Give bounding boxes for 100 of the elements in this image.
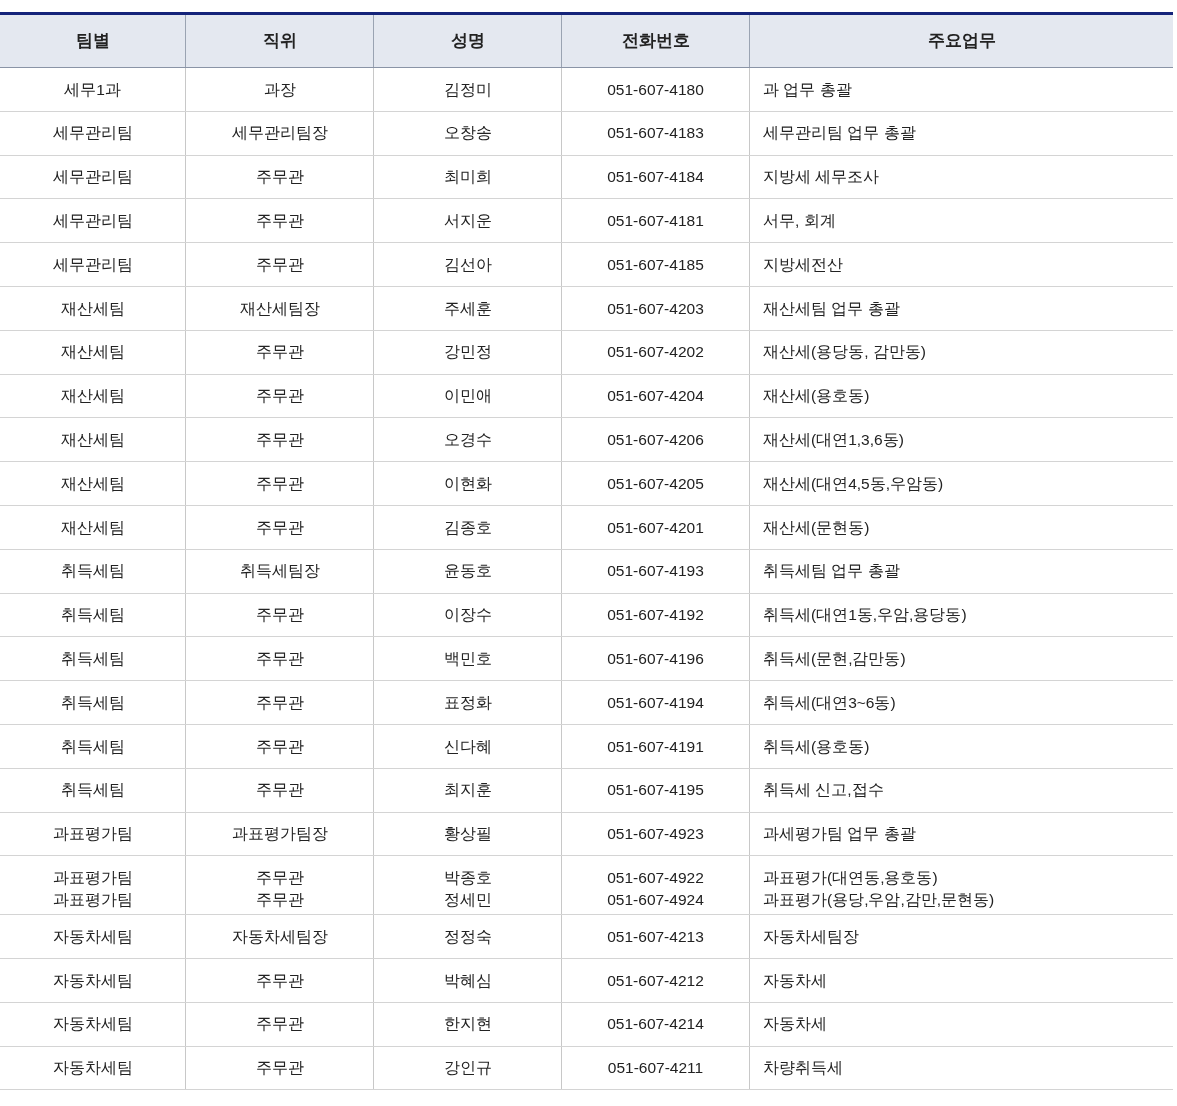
table-cell: 주무관 bbox=[255, 1016, 304, 1032]
table-cell: 재산세팀 bbox=[60, 300, 125, 317]
table-cell: 과세평가팀 업무 총괄 bbox=[763, 826, 916, 842]
table-cell: 자동차세 bbox=[763, 972, 827, 989]
table-cell: 취득세팀 bbox=[60, 651, 125, 667]
table-cell: 051-607-4924 bbox=[607, 892, 704, 908]
column-header: 주요업무 bbox=[927, 30, 996, 53]
table-cell: 자동차세팀장 bbox=[231, 928, 328, 945]
table-cell: 051-607-4213 bbox=[607, 928, 704, 945]
table-cell: 세무관리팀 bbox=[52, 213, 133, 229]
table-cell: 정정숙 bbox=[443, 928, 492, 945]
table-cell: 자동차세팀 bbox=[52, 1060, 133, 1076]
table-cell: 051-607-4922 bbox=[607, 870, 704, 886]
table-cell: 주무관 bbox=[255, 475, 304, 492]
table-cell: 취득세팀 bbox=[60, 607, 125, 623]
table-cell: 오경수 bbox=[443, 432, 492, 448]
table-cell: 윤동호 bbox=[443, 563, 492, 579]
table-cell: 세무관리팀 bbox=[52, 125, 133, 141]
table-cell: 백민호 bbox=[443, 651, 492, 667]
table-cell: 서지운 bbox=[443, 213, 492, 229]
table-cell: 051-607-4196 bbox=[607, 651, 704, 667]
table-cell: 주무관 bbox=[255, 972, 304, 989]
table-cell: 051-607-4180 bbox=[607, 81, 704, 98]
table-cell: 강민정 bbox=[443, 344, 492, 360]
table-cell: 최지훈 bbox=[443, 782, 492, 798]
table-cell: 김정미 bbox=[443, 81, 492, 98]
table-cell: 박혜심 bbox=[443, 972, 492, 989]
table-cell: 재산세팀 bbox=[60, 519, 125, 536]
table-cell: 취득세(대연3~6동) bbox=[763, 694, 896, 711]
table-cell: 세무관리팀장 bbox=[231, 125, 328, 141]
table-cell: 정세민 bbox=[443, 892, 492, 908]
table-cell: 오창송 bbox=[443, 125, 492, 141]
table-cell: 051-607-4194 bbox=[607, 694, 704, 711]
table-cell: 051-607-4206 bbox=[607, 432, 704, 448]
table-cell: 주무관 bbox=[255, 870, 304, 886]
table-cell: 051-607-4184 bbox=[607, 169, 704, 185]
table-cell: 재산세팀 bbox=[60, 432, 125, 448]
table-cell: 표정화 bbox=[443, 694, 492, 711]
table-cell: 세무관리팀 bbox=[52, 169, 133, 185]
table-cell: 주세훈 bbox=[443, 300, 492, 317]
table-cell: 강인규 bbox=[443, 1060, 492, 1076]
table-cell: 주무관 bbox=[255, 519, 304, 536]
table-cell: 051-607-4214 bbox=[607, 1016, 704, 1032]
table-cell: 재산세(대연1,3,6동) bbox=[763, 432, 904, 448]
table-cell: 박종호 bbox=[443, 870, 492, 886]
table-cell: 주무관 bbox=[255, 169, 304, 185]
table-cell: 주무관 bbox=[255, 694, 304, 711]
table-cell: 취득세팀 업무 총괄 bbox=[763, 563, 900, 579]
table-cell: 주무관 bbox=[255, 388, 304, 404]
table-cell: 취득세팀 bbox=[60, 738, 125, 755]
table-cell: 051-607-4201 bbox=[607, 519, 704, 536]
table-cell: 재산세팀 bbox=[60, 388, 125, 404]
table-cell: 과표평가팀장 bbox=[231, 826, 328, 842]
table-cell: 051-607-4202 bbox=[607, 344, 704, 360]
table-cell: 이민애 bbox=[443, 388, 492, 404]
table-cell: 과표평가팀 bbox=[52, 826, 133, 842]
table-cell: 주무관 bbox=[255, 892, 304, 908]
table-cell: 김선아 bbox=[443, 256, 492, 273]
table-cell: 재산세팀 bbox=[60, 344, 125, 360]
table-cell: 지방세 세무조사 bbox=[763, 169, 880, 185]
table-cell: 주무관 bbox=[255, 432, 304, 448]
table-cell: 과장 bbox=[263, 81, 296, 98]
table-cell: 세무관리팀 bbox=[52, 256, 133, 273]
table-cell: 주무관 bbox=[255, 782, 304, 798]
table-cell: 세무1과 bbox=[64, 81, 121, 98]
table-cell: 051-607-4203 bbox=[607, 300, 704, 317]
table-cell: 과 업무 총괄 bbox=[763, 81, 852, 98]
table-cell: 취득세(대연1동,우암,용당동) bbox=[763, 607, 967, 623]
table-cell: 051-607-4193 bbox=[607, 563, 704, 579]
table-cell: 최미희 bbox=[443, 169, 492, 185]
table-cell: 051-607-4192 bbox=[607, 607, 704, 623]
table-cell: 서무, 회계 bbox=[763, 213, 836, 229]
table-cell: 한지현 bbox=[443, 1016, 492, 1032]
table-cell: 주무관 bbox=[255, 738, 304, 755]
table-cell: 자동차세팀 bbox=[52, 1016, 133, 1032]
table-cell: 051-607-4183 bbox=[607, 125, 704, 141]
table-cell: 취득세팀장 bbox=[239, 563, 320, 579]
table-cell: 주무관 bbox=[255, 651, 304, 667]
column-header: 팀별 bbox=[75, 30, 110, 53]
table-cell: 이현화 bbox=[443, 475, 492, 492]
table-cell: 취득세팀 bbox=[60, 563, 125, 579]
table-cell: 재산세팀 bbox=[60, 475, 125, 492]
table-cell: 주무관 bbox=[255, 1060, 304, 1076]
table-cell: 051-607-4923 bbox=[607, 826, 704, 842]
table-cell: 재산세팀 업무 총괄 bbox=[763, 300, 900, 317]
table-cell: 차량취득세 bbox=[763, 1060, 843, 1076]
table-cell: 취득세(문현,감만동) bbox=[763, 651, 906, 667]
table-cell: 자동차세팀 bbox=[52, 972, 133, 989]
table-cell: 이장수 bbox=[443, 607, 492, 623]
table-cell: 051-607-4212 bbox=[607, 972, 704, 989]
table-cell: 재산세팀장 bbox=[239, 300, 320, 317]
table-cell: 주무관 bbox=[255, 213, 304, 229]
table-cell: 취득세(용호동) bbox=[763, 738, 870, 755]
table-cell: 과표평가(용당,우암,감만,문현동) bbox=[763, 892, 995, 908]
table-cell: 051-607-4185 bbox=[607, 256, 704, 273]
table-cell: 세무관리팀 업무 총괄 bbox=[763, 125, 916, 141]
table-cell: 과표평가팀 bbox=[52, 892, 133, 908]
table-cell: 051-607-4195 bbox=[607, 782, 704, 798]
table-cell: 취득세팀 bbox=[60, 694, 125, 711]
column-header: 성명 bbox=[450, 30, 485, 53]
